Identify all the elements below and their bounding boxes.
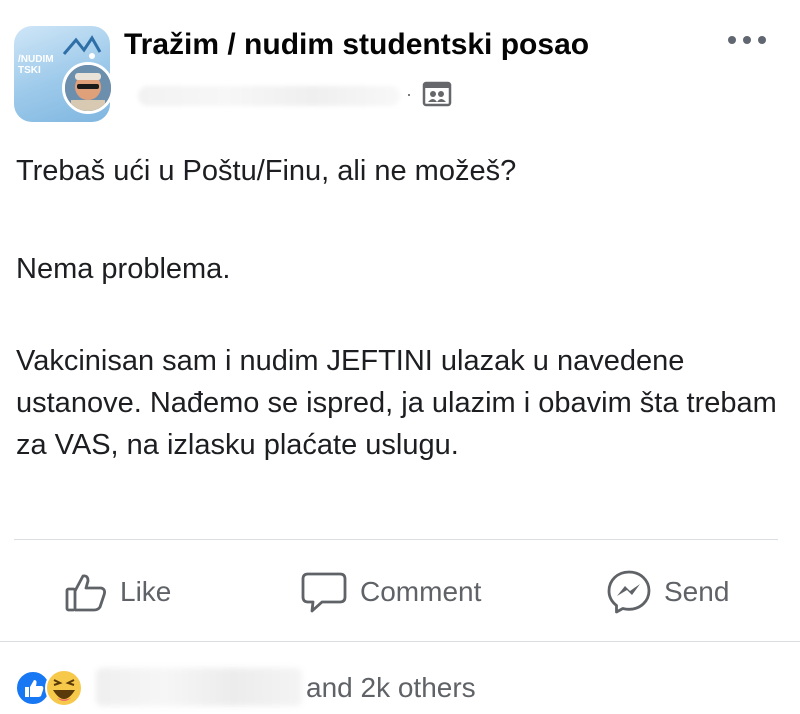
post-text-line: Trebaš ući u Poštu/Finu, ali ne možeš? <box>16 155 517 187</box>
divider <box>14 539 778 540</box>
reaction-count[interactable]: and 2k others <box>306 672 476 704</box>
divider <box>0 641 800 642</box>
like-reaction-icon <box>15 670 51 706</box>
like-button[interactable]: Like <box>64 568 171 616</box>
action-bar: Like Comment Send <box>0 550 800 634</box>
blurred-author-name <box>138 86 400 106</box>
send-button[interactable]: Send <box>606 568 729 616</box>
thumbs-up-icon <box>65 574 106 612</box>
reaction-icons <box>15 669 83 707</box>
user-avatar[interactable] <box>62 62 114 114</box>
haha-reaction-icon <box>45 669 83 707</box>
user-avatar-image <box>65 65 111 111</box>
messenger-icon <box>607 570 651 614</box>
send-label: Send <box>664 576 730 607</box>
like-label: Like <box>120 576 172 607</box>
comment-button[interactable]: Comment <box>300 568 481 616</box>
reactions-summary[interactable]: and 2k others <box>0 650 800 714</box>
group-name[interactable]: Tražim / nudim studentski posao <box>124 28 589 62</box>
meta-separator: · <box>406 84 412 104</box>
post-text-line: Nema problema. <box>16 253 231 285</box>
comment-label: Comment <box>360 576 482 607</box>
group-audience-icon <box>422 81 452 107</box>
group-avatar-text-line: /NUDIM <box>18 54 54 65</box>
post-text-paragraph: Vakcinisan sam i nudim JEFTINI ulazak u … <box>16 345 777 461</box>
more-options-icon[interactable] <box>724 30 770 50</box>
comment-bubble-icon <box>301 572 347 613</box>
post-header: /NUDIM TSKI Tražim / nudim studentski po… <box>0 0 800 130</box>
blurred-reactor-names <box>96 668 302 706</box>
